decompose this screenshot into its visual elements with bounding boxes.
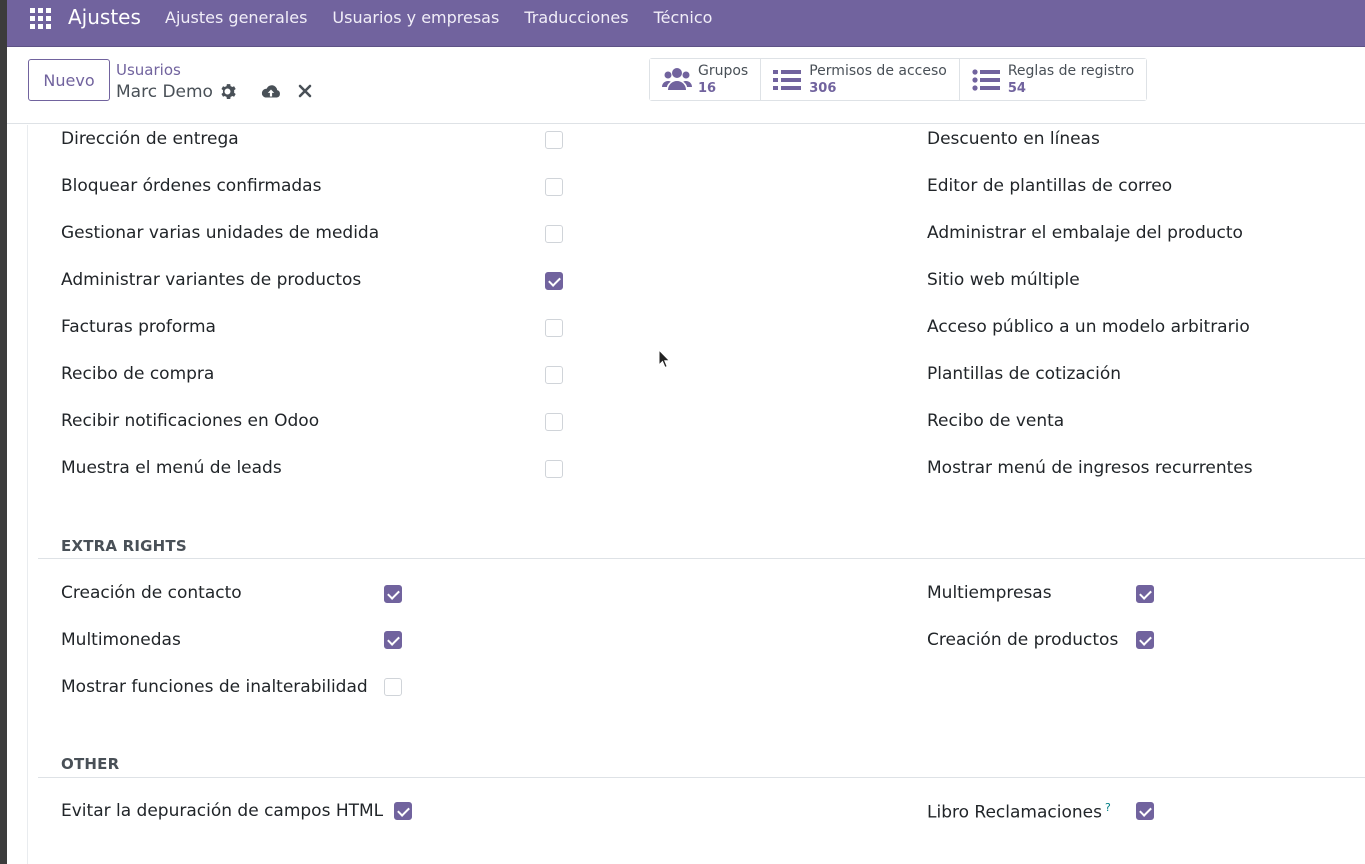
list-icon — [972, 66, 1002, 94]
sheet-border — [27, 125, 28, 864]
checkbox-libro-reclamaciones[interactable] — [1136, 802, 1154, 820]
top-navbar: Ajustes Ajustes generales Usuarios y emp… — [7, 0, 1365, 47]
smart-button-text: Permisos de acceso 306 — [809, 63, 947, 97]
field-label: Mostrar menú de ingresos recurrentes — [927, 458, 1253, 478]
smart-button-label: Reglas de registro — [1007, 62, 1135, 79]
nav-item-traducciones[interactable]: Traducciones — [524, 8, 628, 27]
field-label: Creación de productos — [927, 630, 1119, 650]
smart-button-count: 54 — [1007, 80, 1026, 96]
field-label: Recibo de venta — [927, 411, 1065, 431]
list-icon — [773, 66, 803, 94]
field-label: Editor de plantillas de correo — [927, 176, 1173, 196]
field-label: Gestionar varias unidades de medida — [61, 223, 380, 243]
checkbox-direccion-entrega[interactable] — [545, 131, 563, 149]
nav-item-ajustes-generales[interactable]: Ajustes generales — [165, 8, 307, 27]
checkbox-notificaciones-odoo[interactable] — [545, 413, 563, 431]
apps-grid-icon[interactable] — [30, 8, 51, 29]
new-button[interactable]: Nuevo — [28, 59, 110, 101]
nav-item-usuarios-empresas[interactable]: Usuarios y empresas — [332, 8, 499, 27]
field-label-libro-reclamaciones: Libro Reclamaciones? — [927, 801, 1111, 823]
checkbox-multiempresas[interactable] — [1136, 585, 1154, 603]
mouse-cursor-icon — [658, 349, 671, 369]
checkbox-variantes-productos[interactable] — [545, 272, 563, 290]
field-label: Recibo de compra — [61, 364, 215, 384]
field-label: Plantillas de cotización — [927, 364, 1122, 384]
checkbox-bloquear-ordenes[interactable] — [545, 178, 563, 196]
app-brand[interactable]: Ajustes — [68, 5, 141, 29]
checkbox-recibo-compra[interactable] — [545, 366, 563, 384]
field-label: Administrar el embalaje del producto — [927, 223, 1243, 243]
smart-button-count: 16 — [698, 80, 717, 96]
checkbox-multimonedas[interactable] — [384, 631, 402, 649]
field-label: Acceso público a un modelo arbitrario — [927, 317, 1250, 337]
smart-button-text: Grupos 16 — [698, 63, 748, 97]
users-icon — [662, 66, 692, 94]
field-label: Evitar la depuración de campos HTML — [61, 801, 384, 821]
control-panel: Nuevo Usuarios Marc Demo Grupos 16 Permi… — [7, 48, 1365, 124]
field-label: Libro Reclamaciones — [927, 802, 1102, 823]
checkbox-menu-leads[interactable] — [545, 460, 563, 478]
checkbox-creacion-productos[interactable] — [1136, 631, 1154, 649]
section-divider — [38, 558, 1365, 559]
smart-buttons: Grupos 16 Permisos de acceso 306 Reglas … — [649, 58, 1148, 101]
field-label: Facturas proforma — [61, 317, 216, 337]
window-edge — [0, 0, 7, 864]
gear-icon[interactable] — [219, 83, 236, 100]
record-name: Marc Demo — [116, 82, 213, 102]
field-label: Mostrar funciones de inalterabilidad — [61, 677, 368, 697]
field-label: Sitio web múltiple — [927, 270, 1080, 290]
field-label: Descuento en líneas — [927, 129, 1100, 149]
checkbox-unidades-medida[interactable] — [545, 225, 563, 243]
form-content: Dirección de entrega Bloquear órdenes co… — [7, 125, 1365, 864]
nav-item-tecnico[interactable]: Técnico — [654, 8, 713, 27]
field-label: Recibir notificaciones en Odoo — [61, 411, 320, 431]
checkbox-depuracion-html[interactable] — [394, 802, 412, 820]
section-title-other: OTHER — [61, 755, 120, 773]
field-label: Bloquear órdenes confirmadas — [61, 176, 322, 196]
discard-close-icon[interactable] — [298, 84, 312, 98]
field-label: Multimonedas — [61, 630, 181, 650]
help-tooltip-icon[interactable]: ? — [1105, 801, 1111, 814]
smart-button-access-rights[interactable]: Permisos de acceso 306 — [761, 59, 960, 100]
field-label: Creación de contacto — [61, 583, 242, 603]
smart-button-count: 306 — [809, 80, 837, 96]
breadcrumb-usuarios[interactable]: Usuarios — [116, 61, 181, 79]
checkbox-inalterabilidad[interactable] — [384, 678, 402, 696]
checkbox-facturas-proforma[interactable] — [545, 319, 563, 337]
smart-button-label: Permisos de acceso — [809, 62, 947, 79]
smart-button-text: Reglas de registro 54 — [1008, 63, 1134, 97]
checkbox-creacion-contacto[interactable] — [384, 585, 402, 603]
nav-menu: Ajustes generales Usuarios y empresas Tr… — [165, 8, 737, 27]
smart-button-record-rules[interactable]: Reglas de registro 54 — [959, 59, 1147, 100]
section-title-extra-rights: EXTRA RIGHTS — [61, 537, 187, 555]
section-divider — [38, 777, 1365, 778]
field-label: Dirección de entrega — [61, 129, 239, 149]
field-label: Muestra el menú de leads — [61, 458, 282, 478]
field-label: Administrar variantes de productos — [61, 270, 362, 290]
save-cloud-icon[interactable] — [261, 83, 281, 100]
smart-button-label: Grupos — [698, 62, 749, 79]
smart-button-groups[interactable]: Grupos 16 — [650, 59, 762, 100]
field-label: Multiempresas — [927, 583, 1052, 603]
